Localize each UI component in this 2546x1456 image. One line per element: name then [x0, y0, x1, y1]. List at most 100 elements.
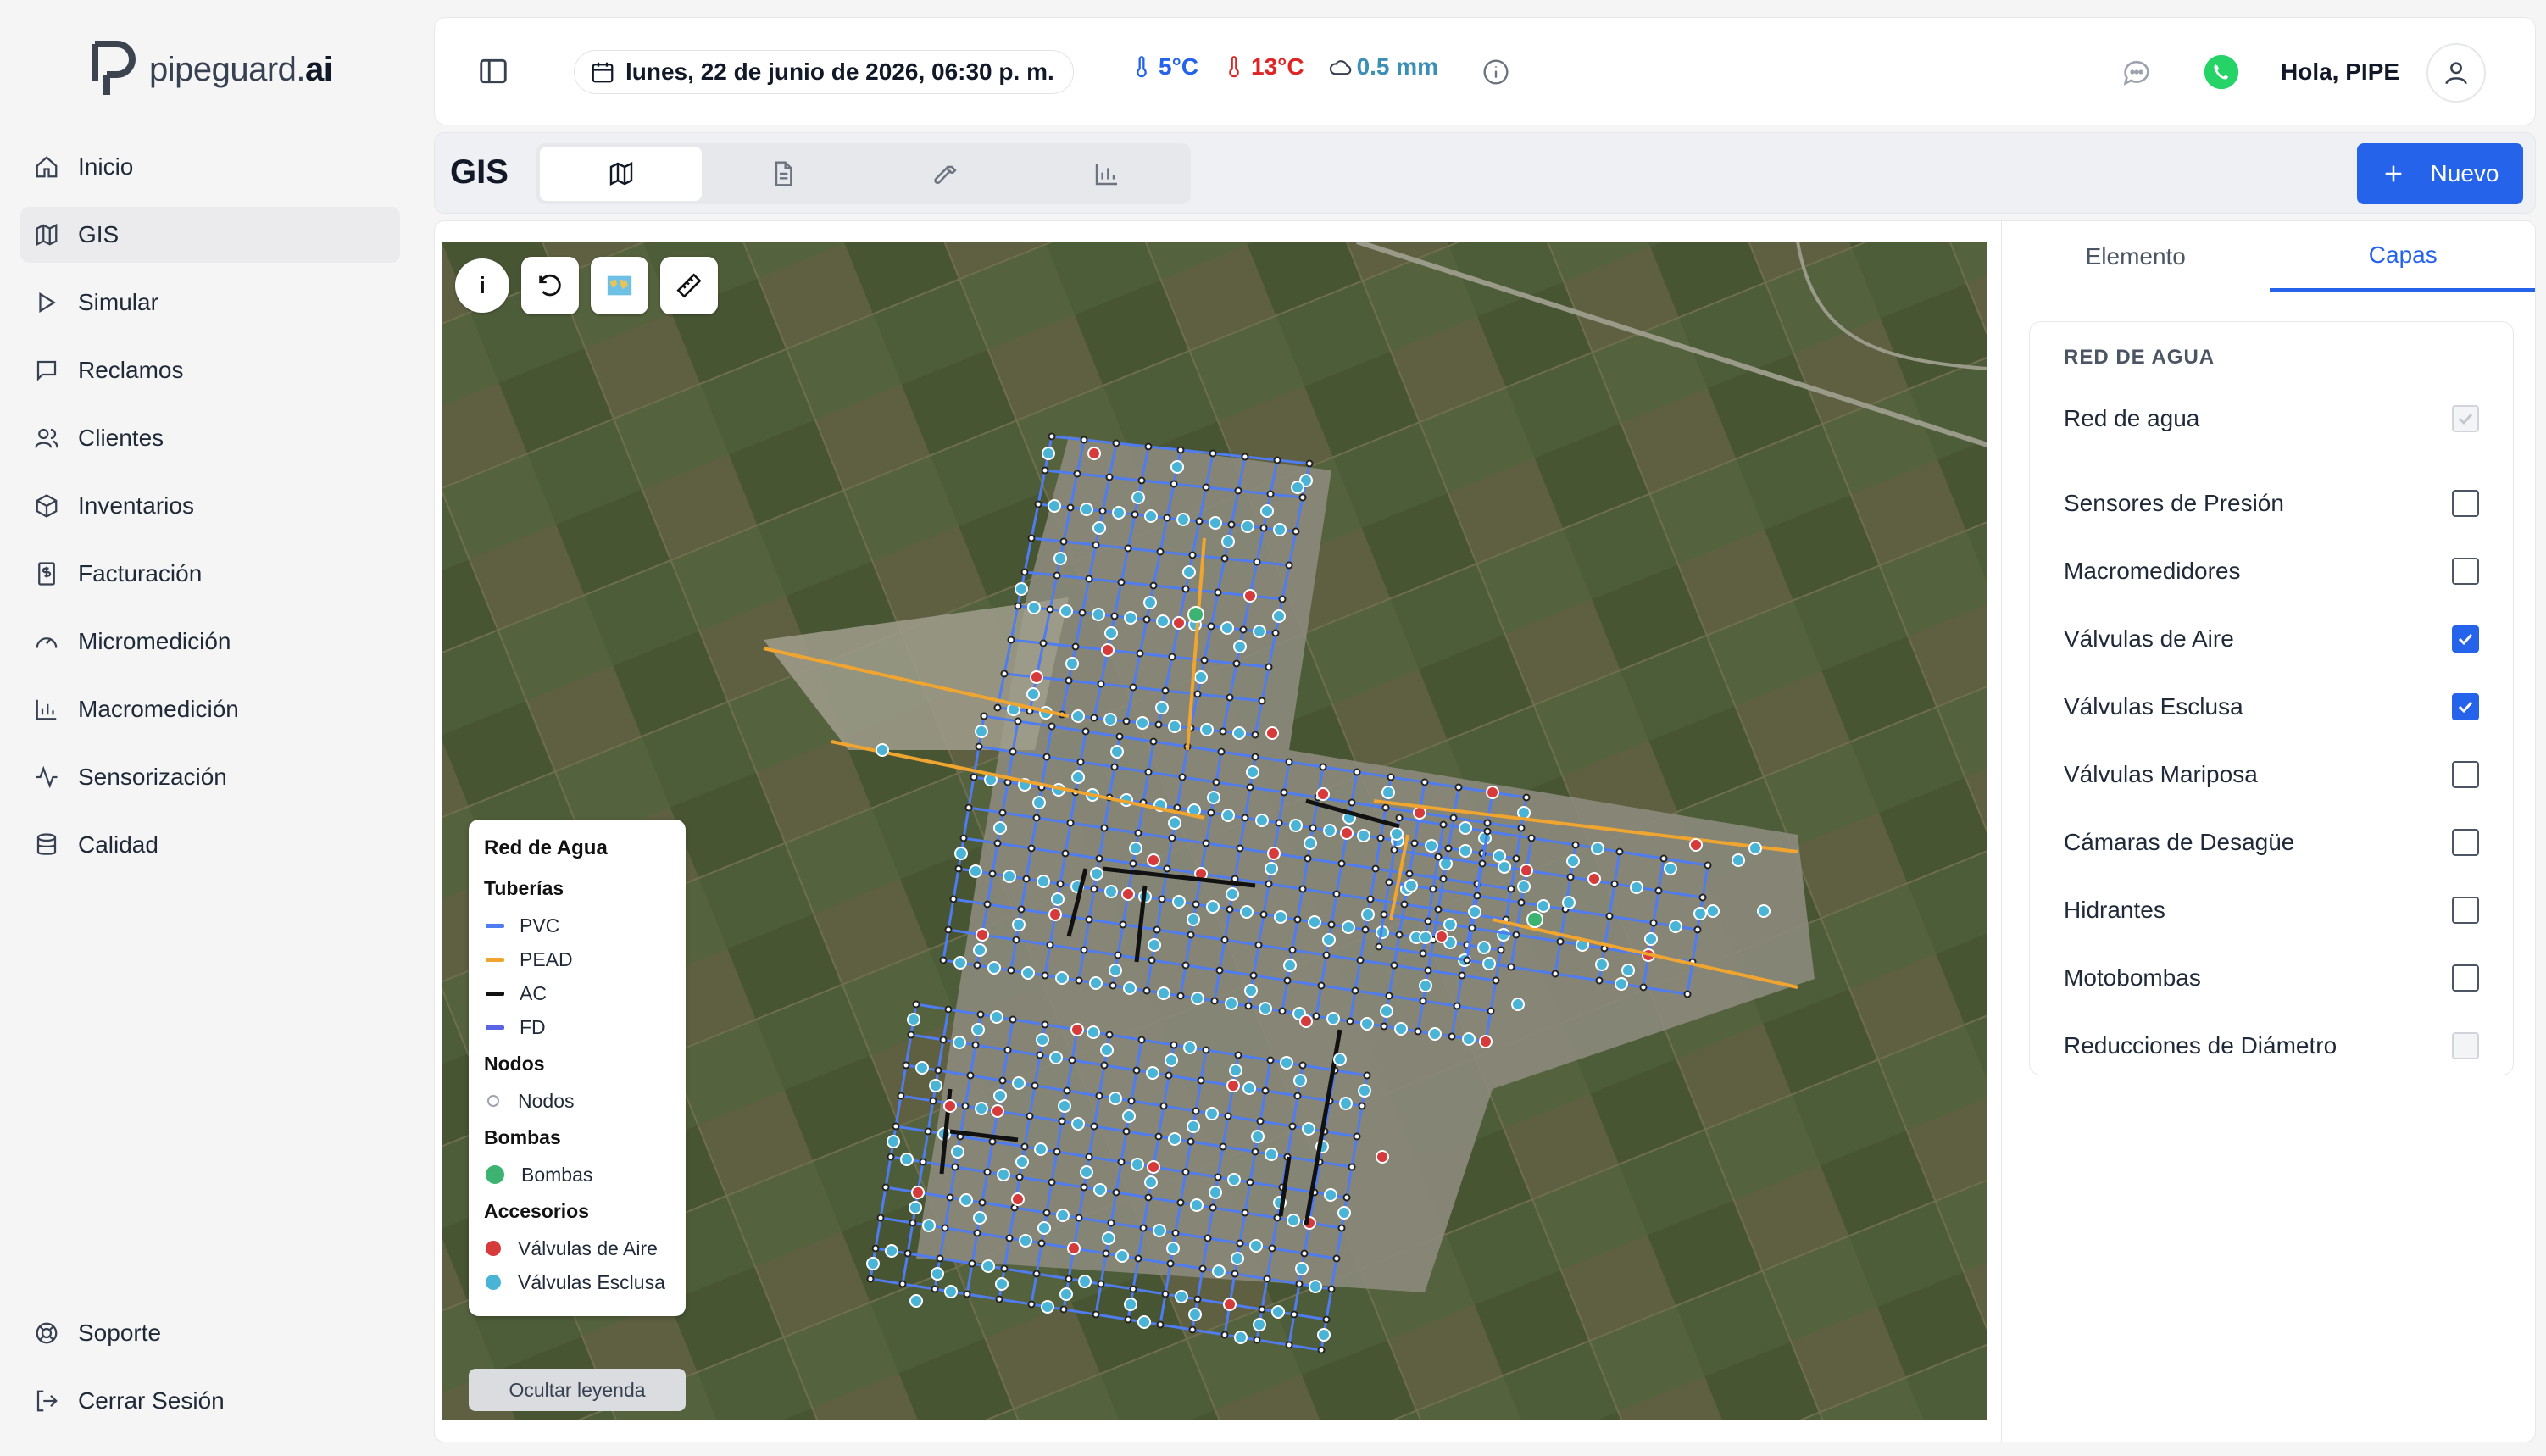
- network-node[interactable]: [1026, 687, 1040, 701]
- network-node[interactable]: [1053, 552, 1067, 565]
- network-node[interactable]: [1405, 870, 1414, 878]
- network-node[interactable]: [1340, 826, 1354, 840]
- network-node[interactable]: [1165, 1071, 1173, 1080]
- network-node[interactable]: [1158, 895, 1166, 903]
- network-node[interactable]: [1351, 986, 1359, 995]
- network-node[interactable]: [1012, 918, 1026, 931]
- network-node[interactable]: [1361, 908, 1375, 921]
- network-node[interactable]: [1005, 1234, 1014, 1242]
- network-node[interactable]: [1453, 1002, 1461, 1010]
- network-node[interactable]: [1104, 626, 1118, 640]
- network-node[interactable]: [929, 1079, 942, 1092]
- network-node[interactable]: [1387, 773, 1395, 781]
- network-node[interactable]: [1366, 895, 1375, 903]
- network-node[interactable]: [987, 961, 1001, 975]
- network-node[interactable]: [1595, 976, 1604, 985]
- network-node[interactable]: [912, 1000, 920, 1009]
- network-node[interactable]: [1197, 1076, 1205, 1085]
- network-node[interactable]: [1689, 838, 1703, 852]
- network-node[interactable]: [1105, 1031, 1114, 1039]
- network-node[interactable]: [1194, 670, 1208, 684]
- network-node[interactable]: [1144, 509, 1158, 523]
- network-node[interactable]: [1048, 499, 1061, 513]
- network-node[interactable]: [1190, 1198, 1204, 1212]
- network-node[interactable]: [1117, 1158, 1126, 1166]
- network-node[interactable]: [1202, 839, 1210, 847]
- network-node[interactable]: [1293, 915, 1302, 924]
- network-node[interactable]: [1512, 854, 1520, 863]
- network-node[interactable]: [1253, 1318, 1266, 1331]
- network-node[interactable]: [1683, 990, 1692, 998]
- network-node[interactable]: [1144, 1193, 1153, 1202]
- network-node[interactable]: [951, 1145, 964, 1159]
- network-node[interactable]: [1293, 1092, 1302, 1100]
- network-node[interactable]: [1170, 1041, 1178, 1049]
- network-node[interactable]: [1232, 726, 1246, 740]
- network-node[interactable]: [1234, 486, 1242, 495]
- network-node[interactable]: [1260, 504, 1274, 518]
- network-node[interactable]: [1413, 806, 1426, 820]
- network-node[interactable]: [1090, 885, 1098, 893]
- network-node[interactable]: [1526, 911, 1543, 928]
- network-node[interactable]: [1153, 1224, 1166, 1237]
- network-node[interactable]: [1239, 625, 1248, 634]
- network-node[interactable]: [911, 1186, 925, 1199]
- network-node[interactable]: [1204, 1234, 1212, 1242]
- network-node[interactable]: [1434, 853, 1443, 861]
- network-node[interactable]: [1032, 796, 1046, 809]
- network-node[interactable]: [1292, 527, 1300, 536]
- network-node[interactable]: [1212, 778, 1220, 786]
- network-node[interactable]: [1234, 1051, 1242, 1059]
- network-node[interactable]: [1706, 904, 1720, 918]
- network-node[interactable]: [1419, 931, 1432, 944]
- network-node[interactable]: [1236, 844, 1244, 853]
- network-node[interactable]: [1256, 1117, 1265, 1125]
- sidebar-item-micromedicion[interactable]: Micromedición: [20, 614, 400, 670]
- network-node[interactable]: [1463, 956, 1471, 964]
- network-node[interactable]: [1259, 524, 1268, 532]
- network-node[interactable]: [1206, 900, 1220, 914]
- network-node[interactable]: [1400, 900, 1409, 909]
- network-node[interactable]: [1058, 1117, 1066, 1125]
- network-node[interactable]: [1209, 1203, 1217, 1212]
- network-node[interactable]: [1209, 516, 1222, 530]
- network-node[interactable]: [939, 1036, 948, 1044]
- network-node[interactable]: [1265, 1148, 1278, 1161]
- network-node[interactable]: [1493, 849, 1506, 863]
- network-node[interactable]: [1225, 997, 1238, 1010]
- network-node[interactable]: [1324, 1188, 1337, 1202]
- network-node[interactable]: [1165, 1053, 1178, 1067]
- network-node[interactable]: [1007, 636, 1015, 644]
- layer-checkbox[interactable]: [2452, 829, 2479, 856]
- network-node[interactable]: [924, 1127, 932, 1136]
- network-node[interactable]: [1115, 1249, 1129, 1263]
- sidebar-toggle-icon[interactable]: [477, 55, 509, 87]
- network-node[interactable]: [1214, 588, 1222, 597]
- network-node[interactable]: [1149, 581, 1158, 590]
- network-node[interactable]: [1280, 1056, 1293, 1070]
- network-node[interactable]: [1241, 1209, 1249, 1217]
- network-node[interactable]: [1134, 1254, 1142, 1263]
- network-node[interactable]: [1224, 1112, 1232, 1120]
- network-node[interactable]: [1193, 1295, 1202, 1303]
- network-node[interactable]: [866, 1275, 875, 1283]
- network-node[interactable]: [1000, 670, 1009, 678]
- network-node[interactable]: [1498, 860, 1511, 874]
- network-node[interactable]: [1478, 859, 1487, 868]
- network-node[interactable]: [1360, 1017, 1374, 1031]
- network-node[interactable]: [1295, 1280, 1304, 1288]
- network-node[interactable]: [1212, 1264, 1226, 1278]
- network-node[interactable]: [1192, 900, 1200, 909]
- network-node[interactable]: [1419, 979, 1432, 992]
- layer-checkbox[interactable]: [2452, 897, 2479, 924]
- network-node[interactable]: [1337, 1224, 1346, 1232]
- network-node[interactable]: [892, 1122, 900, 1131]
- layer-checkbox[interactable]: [2452, 964, 2479, 992]
- network-node[interactable]: [1358, 1084, 1371, 1098]
- network-node[interactable]: [1137, 1036, 1146, 1044]
- network-node[interactable]: [1454, 783, 1463, 792]
- network-node[interactable]: [1053, 571, 1061, 580]
- network-node[interactable]: [1265, 663, 1273, 671]
- network-node[interactable]: [931, 1267, 944, 1281]
- network-node[interactable]: [1288, 946, 1297, 954]
